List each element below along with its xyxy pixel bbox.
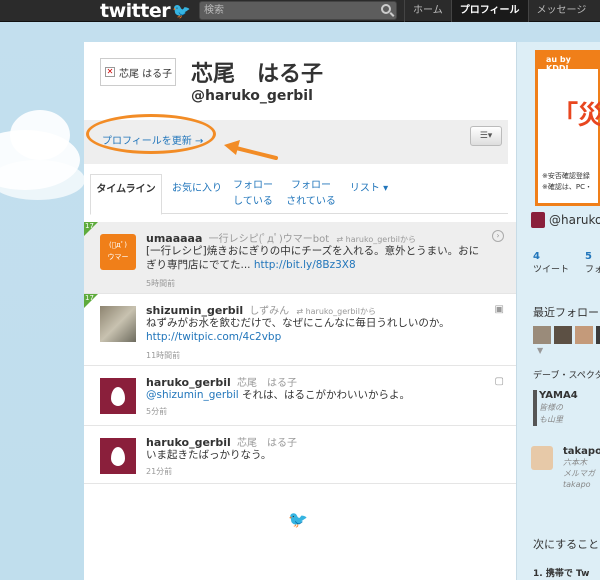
avatar[interactable]	[100, 438, 136, 474]
cloud-decoration	[0, 160, 85, 200]
top-bar: twitter🐦 ホーム プロフィール メッセージ	[0, 0, 600, 22]
sidebar-profile[interactable]: @haruko_	[531, 212, 600, 228]
tweet-count[interactable]: 4 ツイート	[533, 250, 569, 277]
retweet-icon: ⇄ haruko_gerbilから	[296, 307, 376, 316]
tweet-author: haruko_gerbil 芯尾 はる子	[146, 436, 297, 449]
cloud-decoration	[10, 110, 70, 160]
right-sidebar: au by KDDI 「災 ※安否確認登録※確認は、PC・ @haruko_ 4…	[516, 42, 600, 580]
tweet-time[interactable]: 21分前	[146, 466, 172, 477]
thumb-label: 芯尾 はる子	[119, 68, 173, 80]
tweet-item[interactable]: 17 (ﾟдﾟ) ウマー umaaaaa 一行レシピ(ﾟдﾟ)ウマーbot ⇄ h…	[84, 222, 516, 294]
tab-lists[interactable]: リスト ▾	[346, 174, 392, 214]
list-menu-button[interactable]: ☰▾	[470, 126, 502, 146]
nav-messages[interactable]: メッセージ	[527, 0, 595, 22]
expand-icon[interactable]: ›	[492, 230, 504, 242]
avatar[interactable]	[100, 378, 136, 414]
main-column: ✕ 芯尾 はる子 芯尾 はる子 @haruko_gerbil プロフィールを更新…	[84, 42, 516, 580]
profile-thumbnail[interactable]: ✕ 芯尾 はる子	[100, 58, 176, 86]
nav-home[interactable]: ホーム	[404, 0, 451, 22]
profile-handle: @haruko_gerbil	[191, 88, 313, 104]
tweet-text: いま起きたばっかりなう。	[146, 449, 272, 461]
reply-bubble-icon[interactable]: ▢	[495, 376, 504, 387]
tweet-time[interactable]: 5時間前	[146, 278, 175, 289]
tweet-time[interactable]: 5分前	[146, 406, 167, 417]
suggested-user[interactable]: YAMA4 皆様の も山里	[539, 390, 578, 426]
retweet-badge: 17	[84, 294, 98, 308]
following-count[interactable]: 5 フォ	[585, 250, 600, 277]
bird-icon: 🐦	[288, 510, 308, 529]
twitter-logo[interactable]: twitter 🐦	[100, 0, 191, 22]
annotation-arrow-icon	[224, 140, 278, 160]
recent-follow-heading: 最近フォロー	[533, 306, 599, 319]
profile-name: 芯尾 はる子	[191, 62, 324, 87]
tweet-text: [一行レシピ]焼きおにぎりの中にチーズを入れる。意外とうまい。おにぎり専門店にで…	[146, 245, 480, 271]
annotation-oval	[86, 114, 216, 154]
search-input[interactable]	[204, 3, 374, 18]
tweet-item[interactable]: haruko_gerbil 芯尾 はる子 いま起きたばっかりなう。 21分前	[84, 426, 516, 484]
suggested-user[interactable]: デーブ・スペクタ	[533, 368, 600, 381]
ad-headline: 「災	[552, 101, 600, 131]
tweet-link[interactable]: http://bit.ly/8Bz3X8	[254, 259, 356, 271]
next-steps-heading: 次にすること	[533, 538, 600, 551]
chevron-down-icon[interactable]: ▼	[537, 346, 543, 355]
tweet-text: ねずみがお水を飲むだけで、なぜにこんなに毎日うれしいのか。 http://twit…	[146, 317, 450, 343]
tab-followers[interactable]: フォロー されている	[284, 174, 338, 214]
nav-profile[interactable]: プロフィール	[450, 0, 528, 22]
tab-timeline[interactable]: タイムライン	[90, 174, 162, 215]
tweet-author: haruko_gerbil 芯尾 はる子	[146, 376, 297, 389]
timeline-tabs: タイムライン お気に入り フォロー している フォロー されている リスト ▾	[90, 174, 508, 215]
tweet-time[interactable]: 11時間前	[146, 350, 180, 361]
tweet-item[interactable]: haruko_gerbil 芯尾 はる子 @shizumin_gerbil それ…	[84, 366, 516, 426]
retweet-badge: 17	[84, 222, 98, 236]
tweet-author: shizumin_gerbil しずみん ⇄ haruko_gerbilから	[146, 304, 376, 317]
tweet-link[interactable]: http://twitpic.com/4c2vbp	[146, 331, 281, 343]
ad-brand: au by KDDI	[538, 53, 600, 73]
top-nav: ホーム プロフィール メッセージ	[404, 0, 594, 22]
search-icon[interactable]	[381, 4, 391, 14]
avatar[interactable]: (ﾟдﾟ) ウマー	[100, 234, 136, 270]
retweet-icon: ⇄ haruko_gerbilから	[336, 235, 417, 244]
suggested-user[interactable]: takapo 六本木 メルマガ takapo	[563, 446, 600, 490]
egg-icon	[111, 386, 125, 406]
tweet-item[interactable]: 17 shizumin_gerbil しずみん ⇄ haruko_gerbilか…	[84, 294, 516, 366]
egg-icon	[111, 446, 125, 466]
photo-icon[interactable]: ▣	[495, 304, 504, 315]
avatar[interactable]	[575, 326, 593, 344]
bird-icon: 🐦	[172, 2, 191, 20]
avatar[interactable]	[531, 446, 553, 470]
ad-text: ※安否確認登録 ※確認は、PC・	[542, 172, 592, 191]
tab-following[interactable]: フォロー している	[230, 174, 276, 214]
tweet-author: umaaaaa 一行レシピ(ﾟдﾟ)ウマーbot ⇄ haruko_gerbil…	[146, 232, 417, 245]
avatar[interactable]	[533, 390, 537, 426]
mention-link[interactable]: @shizumin_gerbil	[146, 389, 239, 401]
avatar[interactable]	[554, 326, 572, 344]
search-box	[199, 1, 397, 20]
avatar[interactable]	[533, 326, 551, 344]
broken-image-icon: ✕	[105, 67, 115, 77]
avatar	[531, 212, 545, 228]
avatar[interactable]	[100, 306, 136, 342]
advertisement-banner[interactable]: au by KDDI 「災 ※安否確認登録 ※確認は、PC・	[535, 50, 600, 206]
next-step-item[interactable]: 1. 携帯で Tw	[533, 566, 589, 579]
tweet-text: @shizumin_gerbil それは、はるこがかわいいからよ。	[146, 389, 411, 401]
avatar[interactable]	[596, 326, 600, 344]
tab-favorites[interactable]: お気に入り	[170, 174, 224, 214]
follower-avatars	[533, 326, 600, 344]
